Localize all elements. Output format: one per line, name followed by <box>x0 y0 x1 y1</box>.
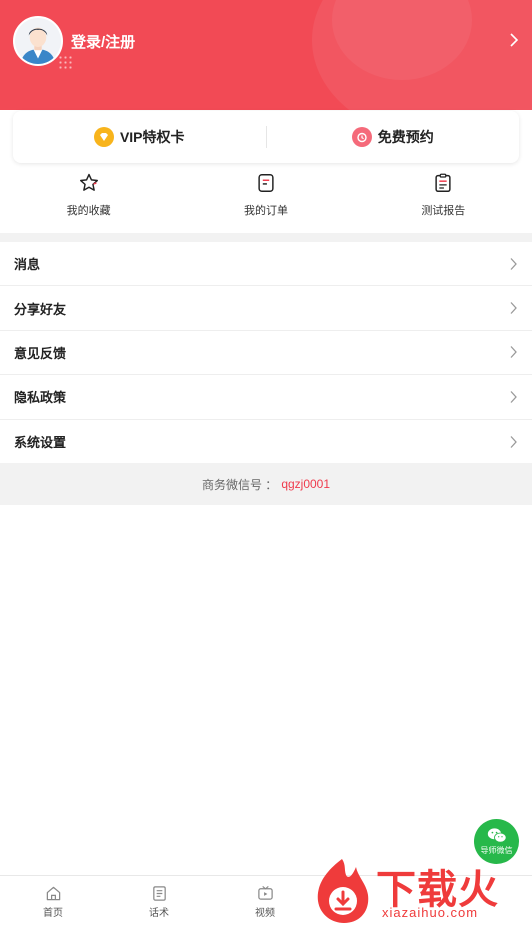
contact-label: 商务微信号 ： <box>201 477 278 492</box>
menu-item-label: 消息 <box>14 257 41 273</box>
dot-pattern <box>58 55 74 69</box>
diamond-icon <box>93 127 114 147</box>
menu-item-label: 隐私政策 <box>14 390 67 406</box>
watermark-url: xiazaihuo.com <box>382 905 479 920</box>
login-register-link[interactable]: 登录/注册 <box>71 31 135 52</box>
tab-label: 首页 <box>43 908 63 919</box>
profile-header: 登录/注册 <box>0 0 532 110</box>
wechat-id[interactable]: qgzj0001 <box>281 477 330 491</box>
chevron-right-icon <box>510 257 517 270</box>
menu-item-share-friends[interactable]: 分享好友 <box>0 286 532 331</box>
tab-home[interactable]: 首页 <box>0 876 106 925</box>
wechat-icon <box>487 828 507 843</box>
business-contact: 商务微信号 ： qgzj0001 <box>0 463 532 505</box>
settings-menu: 消息 分享好友 意见反馈 隐私政策 系统设置 <box>0 242 532 464</box>
avatar-icon <box>15 18 61 64</box>
menu-item-feedback[interactable]: 意见反馈 <box>0 331 532 376</box>
vip-card-button[interactable]: VIP特权卡 <box>13 127 266 147</box>
order-icon <box>258 174 274 192</box>
orders-label: 我的订单 <box>243 205 288 217</box>
free-booking-label: 免费预约 <box>377 129 434 145</box>
quick-actions: 我的收藏 我的订单 测试报告 <box>0 172 532 230</box>
tab-videos[interactable]: 视频 <box>212 876 318 925</box>
menu-item-messages[interactable]: 消息 <box>0 242 532 287</box>
script-icon <box>152 886 166 901</box>
menu-item-label: 意见反馈 <box>14 345 67 361</box>
menu-item-label: 系统设置 <box>14 435 67 451</box>
menu-item-system-settings[interactable]: 系统设置 <box>0 420 532 464</box>
section-gap <box>0 233 532 242</box>
favorites-button[interactable]: 我的收藏 <box>0 172 177 230</box>
watermark: 下载火 xiazaihuo.com <box>312 855 530 925</box>
chevron-right-icon <box>510 346 517 359</box>
chevron-right-icon <box>510 302 517 315</box>
tab-label: 视频 <box>255 908 275 919</box>
chevron-right-icon <box>510 390 517 403</box>
test-report-label: 测试报告 <box>421 205 466 217</box>
test-report-button[interactable]: 测试报告 <box>355 172 532 230</box>
avatar[interactable] <box>13 16 63 66</box>
chevron-right-icon <box>510 435 517 448</box>
home-icon <box>46 886 60 901</box>
menu-item-privacy-policy[interactable]: 隐私政策 <box>0 375 532 420</box>
promo-card: VIP特权卡 免费预约 <box>13 111 519 163</box>
clipboard-icon <box>435 173 451 192</box>
flame-logo-icon <box>317 859 369 923</box>
vip-card-label: VIP特权卡 <box>119 129 185 145</box>
free-booking-button[interactable]: 免费预约 <box>267 127 520 147</box>
orders-button[interactable]: 我的订单 <box>177 172 354 230</box>
alarm-clock-icon <box>351 127 372 147</box>
tab-scripts[interactable]: 话术 <box>106 876 212 925</box>
video-icon <box>257 885 273 900</box>
menu-item-label: 分享好友 <box>14 301 67 317</box>
favorites-label: 我的收藏 <box>66 205 111 217</box>
tab-label: 话术 <box>149 908 169 919</box>
star-icon <box>79 173 98 191</box>
chevron-right-icon[interactable] <box>508 32 520 48</box>
